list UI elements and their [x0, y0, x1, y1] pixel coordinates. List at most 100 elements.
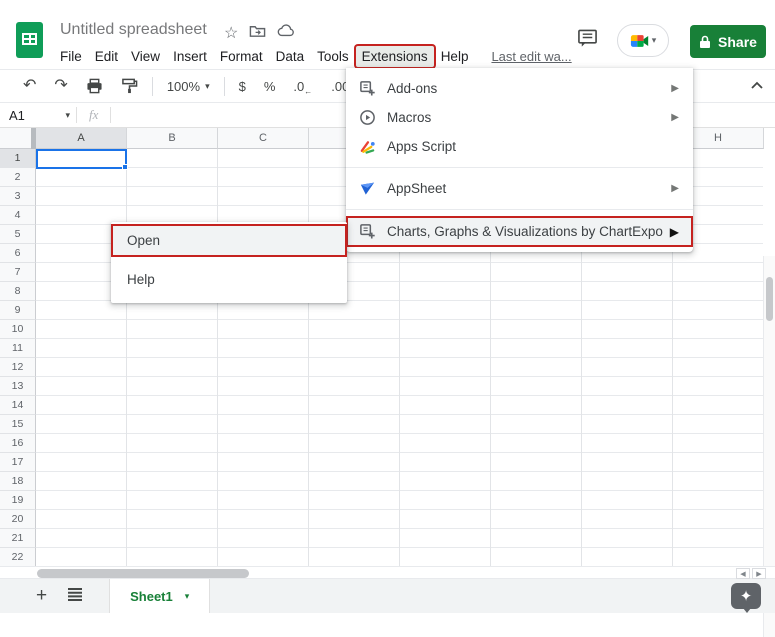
menu-help[interactable]: Help — [435, 46, 475, 67]
menu-bar: FileEditViewInsertFormatDataToolsExtensi… — [54, 44, 572, 69]
row-header-3[interactable]: 3 — [0, 187, 36, 206]
chevron-down-icon[interactable]: ▾ — [185, 591, 190, 602]
row-header-9[interactable]: 9 — [0, 301, 36, 320]
lock-icon — [699, 35, 711, 49]
extensions-menu-item-add-ons[interactable]: Add-ons▶ — [346, 74, 693, 103]
extensions-menu: Add-ons▶Macros▶Apps ScriptAppSheet▶Chart… — [346, 68, 693, 252]
explore-button[interactable]: ✦ — [731, 583, 761, 609]
chevron-down-icon: ▾ — [205, 81, 210, 92]
undo-icon[interactable]: ↶ — [14, 78, 45, 94]
column-header-C[interactable]: C — [218, 128, 309, 149]
addon-icon — [358, 80, 376, 98]
selected-cell-outline — [36, 149, 127, 169]
meet-dropdown-caret[interactable]: ▾ — [652, 35, 657, 46]
comment-icon[interactable] — [577, 28, 598, 53]
menu-divider — [346, 209, 693, 210]
row-header-8[interactable]: 8 — [0, 282, 36, 301]
menu-format[interactable]: Format — [214, 46, 269, 67]
submenu-arrow-icon: ▶ — [671, 112, 679, 123]
row-header-13[interactable]: 13 — [0, 377, 36, 396]
chevron-down-icon[interactable]: ▾ — [65, 110, 70, 121]
document-title[interactable]: Untitled spreadsheet — [60, 21, 207, 39]
submenu-item-help[interactable]: Help — [111, 257, 347, 301]
row-header-1[interactable]: 1 — [0, 149, 36, 168]
row-header-20[interactable]: 20 — [0, 510, 36, 529]
addon-icon — [358, 223, 376, 241]
appsheet-icon — [358, 180, 376, 198]
redo-icon[interactable]: ↷ — [45, 78, 76, 94]
menu-extensions[interactable]: Extensions — [356, 46, 434, 67]
apps-script-icon — [358, 138, 376, 156]
fill-handle[interactable] — [122, 164, 128, 170]
row-header-19[interactable]: 19 — [0, 491, 36, 510]
google-sheets-window: Untitled spreadsheet ☆ FileEditViewInser… — [0, 0, 775, 637]
format-currency-button[interactable]: $ — [230, 79, 255, 94]
menu-item-label: Macros — [387, 110, 671, 125]
cloud-status-icon[interactable] — [277, 24, 295, 42]
row-header-18[interactable]: 18 — [0, 472, 36, 491]
paint-format-icon[interactable] — [112, 78, 147, 94]
row-header-12[interactable]: 12 — [0, 358, 36, 377]
menu-tools[interactable]: Tools — [311, 46, 355, 67]
column-header-A[interactable]: A — [36, 128, 127, 149]
meet-icon — [630, 33, 650, 49]
row-header-22[interactable]: 22 — [0, 548, 36, 567]
menu-item-label: Charts, Graphs & Visualizations by Chart… — [387, 224, 670, 239]
row-header-4[interactable]: 4 — [0, 206, 36, 225]
horizontal-scrollbar[interactable]: ◀ ▶ — [0, 566, 775, 579]
share-button[interactable]: Share — [690, 25, 766, 58]
last-edit-link[interactable]: Last edit wa... — [491, 49, 571, 64]
row-header-15[interactable]: 15 — [0, 415, 36, 434]
format-percent-button[interactable]: % — [255, 79, 285, 94]
play-circle-icon — [358, 109, 376, 127]
extensions-menu-item-charts-graphs-visualizations-by-chartexpo[interactable]: Charts, Graphs & Visualizations by Chart… — [346, 216, 693, 247]
scroll-right-icon[interactable]: ▶ — [752, 568, 766, 579]
menu-divider — [346, 167, 693, 168]
horizontal-scrollbar-thumb[interactable] — [37, 569, 249, 578]
sheets-logo-icon[interactable] — [16, 22, 43, 58]
all-sheets-icon[interactable] — [57, 585, 93, 607]
column-header-B[interactable]: B — [127, 128, 218, 149]
row-header-6[interactable]: 6 — [0, 244, 36, 263]
row-header-2[interactable]: 2 — [0, 168, 36, 187]
menu-item-label: Apps Script — [387, 139, 679, 154]
submenu-arrow-icon: ▶ — [671, 183, 679, 194]
row-header-7[interactable]: 7 — [0, 263, 36, 282]
menu-file[interactable]: File — [54, 46, 88, 67]
header: Untitled spreadsheet ☆ FileEditViewInser… — [0, 0, 775, 70]
name-box[interactable]: A1 ▾ — [0, 108, 76, 123]
submenu-arrow-icon: ▶ — [670, 225, 679, 239]
row-header-16[interactable]: 16 — [0, 434, 36, 453]
sheet-tab-active[interactable]: Sheet1 ▾ — [109, 579, 210, 613]
menu-item-label: AppSheet — [387, 181, 671, 196]
collapse-toolbar-icon[interactable] — [749, 78, 765, 99]
print-icon[interactable] — [77, 78, 112, 94]
meet-button[interactable]: ▾ — [617, 24, 669, 57]
submenu-arrow-icon: ▶ — [671, 83, 679, 94]
fx-icon: fx — [77, 107, 110, 123]
move-folder-icon[interactable] — [249, 24, 266, 43]
menu-data[interactable]: Data — [270, 46, 311, 67]
extensions-menu-item-appsheet[interactable]: AppSheet▶ — [346, 174, 693, 203]
extensions-menu-item-macros[interactable]: Macros▶ — [346, 103, 693, 132]
row-header-10[interactable]: 10 — [0, 320, 36, 339]
row-header-11[interactable]: 11 — [0, 339, 36, 358]
select-all-corner[interactable] — [0, 128, 36, 149]
row-header-14[interactable]: 14 — [0, 396, 36, 415]
vertical-scrollbar-thumb[interactable] — [766, 277, 773, 321]
scroll-left-icon[interactable]: ◀ — [736, 568, 750, 579]
row-header-5[interactable]: 5 — [0, 225, 36, 244]
row-header-17[interactable]: 17 — [0, 453, 36, 472]
zoom-select[interactable]: 100%▾ — [158, 79, 219, 94]
row-header-21[interactable]: 21 — [0, 529, 36, 548]
extensions-menu-item-apps-script[interactable]: Apps Script — [346, 132, 693, 161]
menu-edit[interactable]: Edit — [89, 46, 124, 67]
sheet-tab-bar: + Sheet1 ▾ — [0, 579, 775, 613]
decrease-decimal-button[interactable]: .0← — [284, 79, 322, 94]
chartexpo-submenu: OpenHelp — [111, 222, 347, 303]
submenu-item-open[interactable]: Open — [111, 224, 347, 257]
star-icon[interactable]: ☆ — [224, 23, 238, 43]
menu-view[interactable]: View — [125, 46, 166, 67]
add-sheet-button[interactable]: + — [26, 585, 57, 607]
menu-insert[interactable]: Insert — [167, 46, 213, 67]
